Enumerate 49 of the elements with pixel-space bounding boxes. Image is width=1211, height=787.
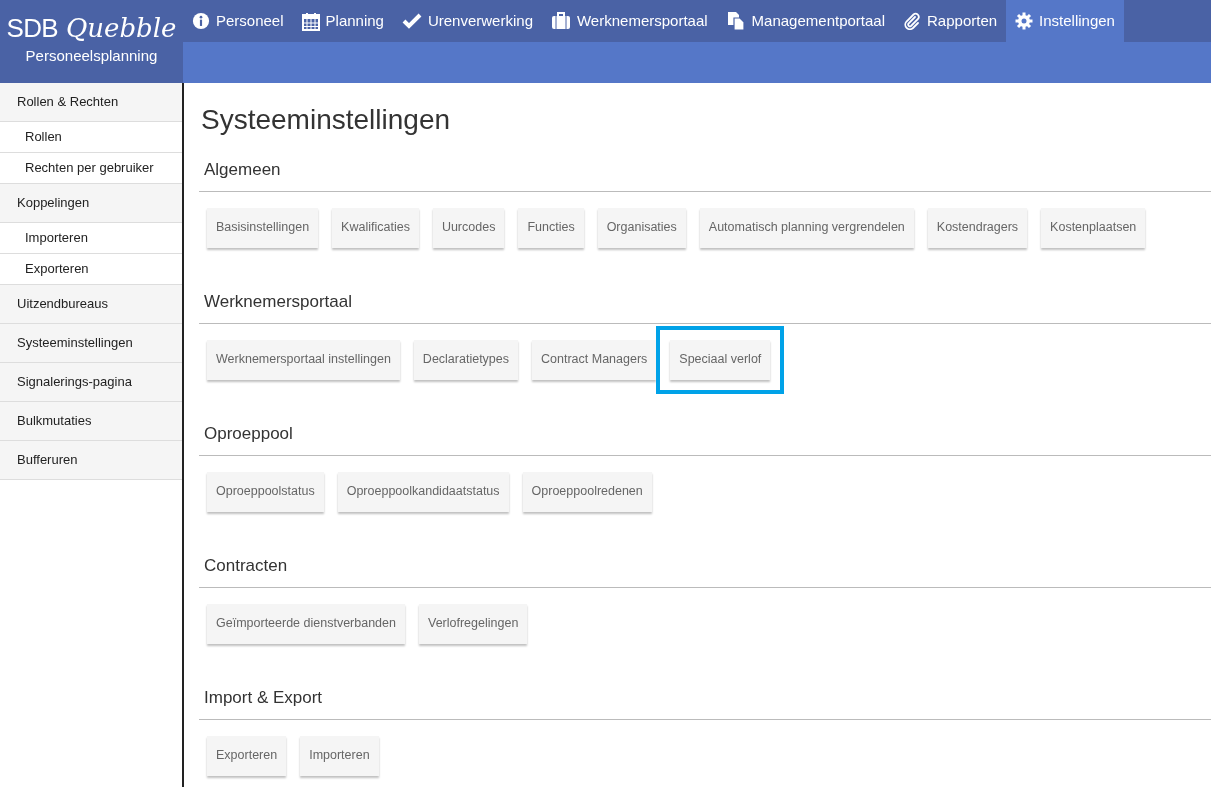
sidebar-item[interactable]: Bulkmutaties <box>0 402 182 441</box>
sidebar-item[interactable]: Uitzendbureaus <box>0 285 182 324</box>
page-title: Systeeminstellingen <box>201 103 452 137</box>
nav-tab[interactable]: Personeel <box>183 0 293 42</box>
settings-button[interactable]: Oproeppoolstatus <box>207 471 324 512</box>
section-heading: Import & Export <box>203 687 324 709</box>
checkmark-icon <box>401 13 422 29</box>
sidebar-item[interactable]: Rollen & Rechten <box>0 83 182 122</box>
nav-tab[interactable]: Werknemersportaal <box>542 0 717 42</box>
settings-button[interactable]: Oproeppoolkandidaatstatus <box>337 471 509 512</box>
settings-button[interactable]: Functies <box>518 207 584 248</box>
nav-tab[interactable]: Managementportaal <box>716 0 894 42</box>
settings-button[interactable]: Automatisch planning vergrendelen <box>699 207 914 248</box>
settings-button[interactable]: Importeren <box>300 735 379 776</box>
settings-button[interactable]: Verlofregelingen <box>419 603 528 644</box>
logo-brand: SDB <box>6 15 59 42</box>
logo-wordmark: Quebble <box>66 15 177 42</box>
settings-button[interactable]: Organisaties <box>597 207 686 248</box>
settings-button[interactable]: Kostendragers <box>927 207 1028 248</box>
settings-icon <box>1015 12 1034 30</box>
settings-button[interactable]: Kwalificaties <box>332 207 419 248</box>
sidebar-item[interactable]: Bufferuren <box>0 441 182 480</box>
section-heading: Werknemersportaal <box>203 291 354 313</box>
settings-button[interactable]: Geïmporteerde dienstverbanden <box>207 603 405 644</box>
settings-button[interactable]: Contract Managers <box>532 339 657 380</box>
settings-button[interactable]: Werknemersportaal instellingen <box>207 339 400 380</box>
settings-button[interactable]: Kostenplaatsen <box>1041 207 1146 248</box>
settings-button[interactable]: Oproeppoolredenen <box>522 471 652 512</box>
nav-tab[interactable]: Urenverwerking <box>392 0 542 42</box>
nav-tab[interactable]: Rapporten <box>894 0 1007 42</box>
section-heading: Contracten <box>203 555 289 577</box>
calendar-icon <box>301 11 320 31</box>
settings-button[interactable]: Basisinstellingen <box>207 207 319 248</box>
paperclip-icon <box>903 12 921 30</box>
settings-button[interactable]: Exporteren <box>207 735 287 776</box>
settings-button[interactable]: Speciaal verlof <box>670 339 771 380</box>
briefcase-icon <box>551 12 571 30</box>
documents-icon <box>725 11 746 31</box>
nav-tab[interactable]: Planning <box>292 0 393 42</box>
sidebar-item[interactable]: Koppelingen <box>0 184 182 223</box>
sidebar-item[interactable]: Signalerings-pagina <box>0 363 182 402</box>
settings-button[interactable]: Declaratietypes <box>413 339 518 380</box>
section-heading: Algemeen <box>203 159 282 181</box>
info-icon <box>192 12 210 30</box>
nav-tab[interactable]: Instellingen <box>1006 0 1124 42</box>
section-heading: Oproeppool <box>203 423 294 445</box>
app-subtitle: Personeelsplanning <box>25 46 158 67</box>
sidebar-item[interactable]: Systeeminstellingen <box>0 324 182 363</box>
settings-button[interactable]: Uurcodes <box>432 207 505 248</box>
